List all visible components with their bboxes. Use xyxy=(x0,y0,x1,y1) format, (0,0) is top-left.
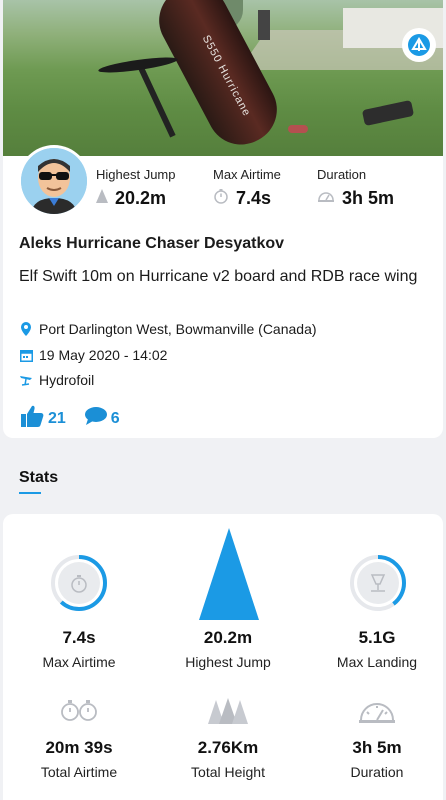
sport-text: Hydrofoil xyxy=(39,372,95,388)
stat-cell-total-height: 2.76Km Total Height xyxy=(191,738,265,780)
session-description: Elf Swift 10m on Hurricane v2 board and … xyxy=(19,268,418,285)
sport-row: Hydrofoil xyxy=(19,372,94,388)
speech-bubble-icon xyxy=(84,406,108,431)
top-stat-duration: Duration 3h 5m xyxy=(317,167,395,208)
stats-card: 7.4s Max Airtime 20.2m Highest Jump 5.1G… xyxy=(3,514,443,800)
date-text: 19 May 2020 - 14:02 xyxy=(39,347,168,363)
location-row: Port Darlington West, Bowmanville (Canad… xyxy=(19,321,317,337)
mountain-peak-icon xyxy=(96,189,108,208)
top-stat-highest-jump: Highest Jump 20.2m xyxy=(96,167,176,208)
stat-cell-total-airtime: 20m 39s Total Airtime xyxy=(40,738,118,780)
stats-tab-indicator xyxy=(19,492,41,494)
avatar[interactable] xyxy=(18,145,90,217)
max-airtime-ring xyxy=(50,554,108,617)
date-row: 19 May 2020 - 14:02 xyxy=(19,347,167,363)
highest-jump-graphic xyxy=(199,528,259,625)
top-stat-max-airtime: Max Airtime 7.4s xyxy=(213,167,281,209)
like-button[interactable]: 21 xyxy=(19,404,66,433)
max-landing-ring xyxy=(349,554,407,617)
gauge-icon xyxy=(317,189,335,208)
mountains-icon xyxy=(208,698,248,729)
comment-button[interactable]: 6 xyxy=(84,406,120,431)
stopwatches-icon xyxy=(59,696,99,729)
likes-count: 21 xyxy=(48,409,66,427)
calendar-icon xyxy=(19,348,33,362)
hydrofoil-icon xyxy=(19,373,33,387)
gauge-icon xyxy=(357,700,397,729)
session-photo[interactable]: S550 Hurricane xyxy=(3,0,443,156)
rider-name[interactable]: Aleks Hurricane Chaser Desyatkov xyxy=(19,235,284,253)
location-text[interactable]: Port Darlington West, Bowmanville (Canad… xyxy=(39,321,317,337)
stopwatch-icon xyxy=(213,188,229,209)
stat-cell-highest-jump: 20.2m Highest Jump xyxy=(185,628,271,670)
thumbs-up-icon xyxy=(19,404,45,433)
stat-cell-max-airtime: 7.4s Max Airtime xyxy=(42,628,116,670)
location-pin-icon xyxy=(19,322,33,336)
stats-tab[interactable]: Stats xyxy=(19,469,58,487)
stat-cell-duration: 3h 5m Duration xyxy=(350,738,404,780)
brand-logo-icon[interactable] xyxy=(402,28,436,62)
session-card: S550 Hurricane Highest Jump 20.2m Max Ai… xyxy=(3,0,443,438)
triangle-peak-icon xyxy=(199,528,259,620)
stat-cell-max-landing: 5.1G Max Landing xyxy=(336,628,418,670)
social-bar: 21 6 xyxy=(19,404,120,433)
comments-count: 6 xyxy=(110,409,120,427)
